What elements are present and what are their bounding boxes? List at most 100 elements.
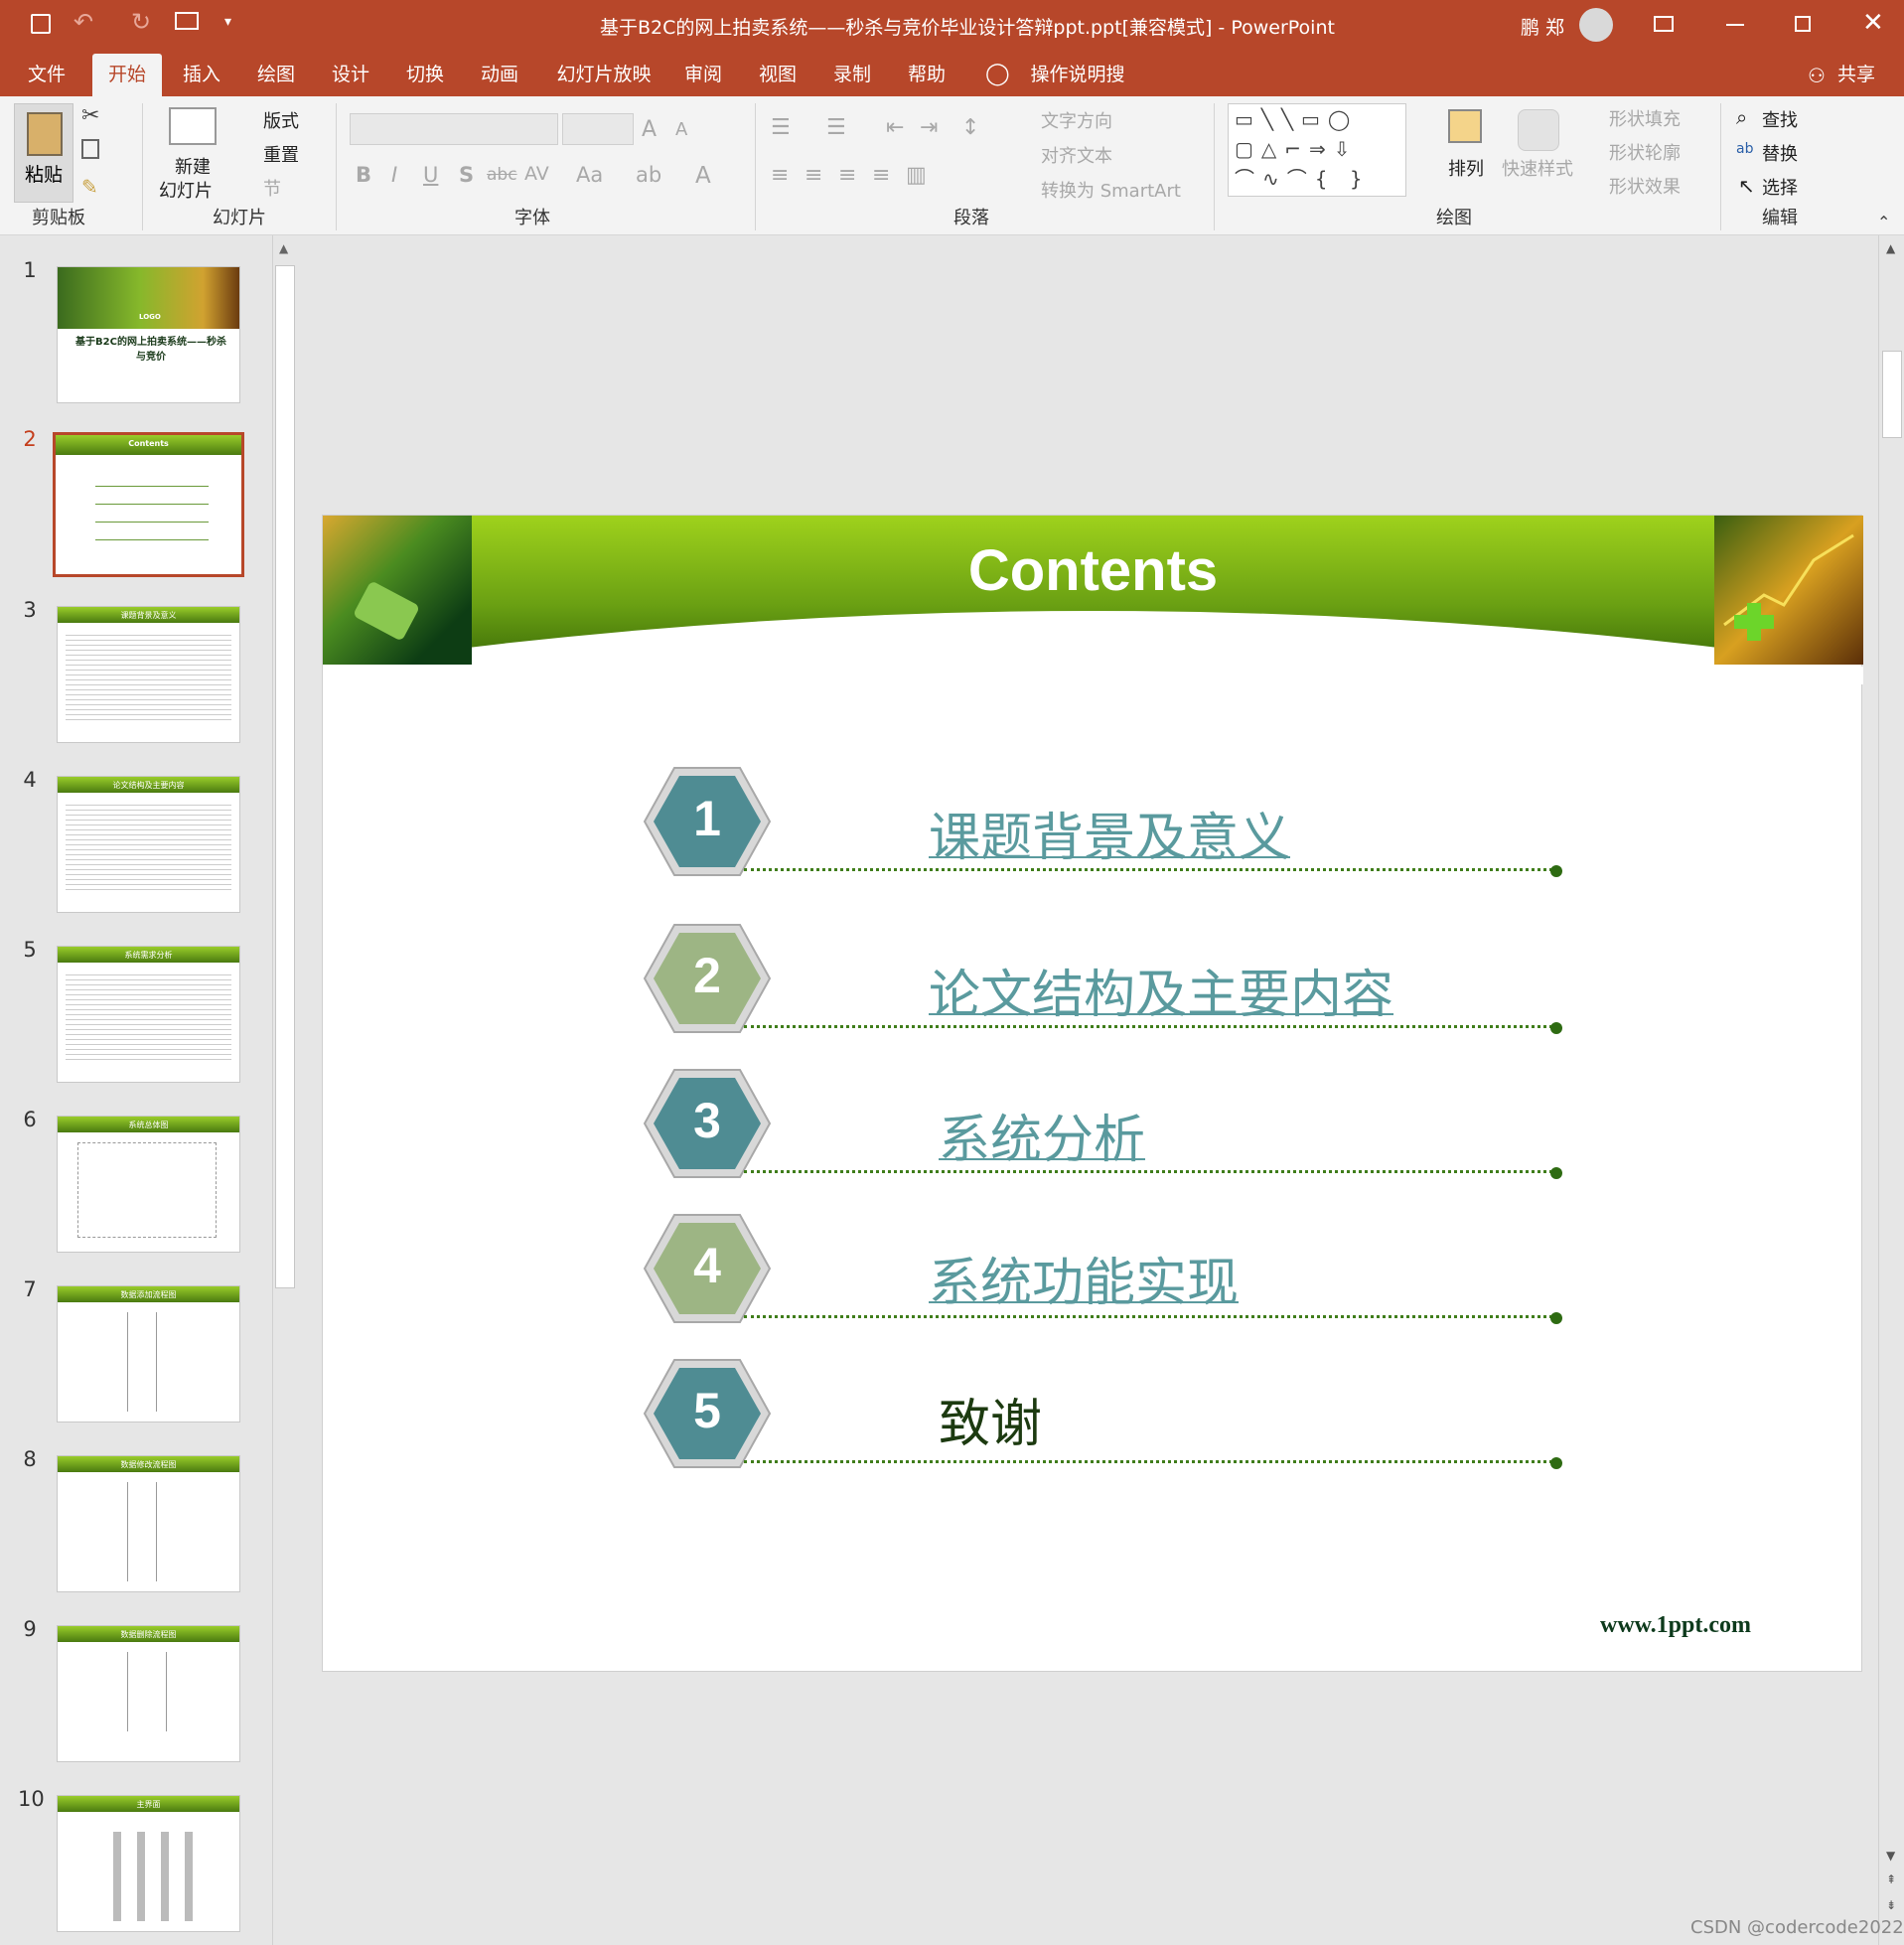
copy-icon[interactable] <box>81 139 99 159</box>
tab-file[interactable]: 文件 <box>22 58 72 96</box>
contents-link-3[interactable]: 系统分析 <box>939 1098 1145 1172</box>
find-button[interactable]: 查找 <box>1762 106 1798 132</box>
section-button[interactable]: 节 <box>263 175 281 201</box>
slide-canvas[interactable]: Contents 1 课题背景及意义 2 论文结构及主要内容 3 系统分析 4 … <box>322 515 1863 1672</box>
thumbnail-slide-4[interactable]: 论文结构及主要内容 <box>57 776 240 913</box>
increase-font-icon[interactable]: A <box>642 117 657 142</box>
thumbnail-slide-10[interactable]: 主界面 <box>57 1795 240 1932</box>
tab-transitions[interactable]: 切换 <box>400 58 450 96</box>
minimize-icon[interactable] <box>1726 24 1744 26</box>
share-button[interactable]: 共享 <box>1833 58 1879 96</box>
close-icon[interactable]: ✕ <box>1862 8 1884 38</box>
save-icon[interactable] <box>31 14 51 34</box>
thumbnail-slide-7[interactable]: 数据添加流程图 <box>57 1285 240 1422</box>
collapse-ribbon-icon[interactable]: ⌃ <box>1877 213 1890 231</box>
bullets-icon[interactable]: ☰ <box>771 115 791 140</box>
shape-effects-button[interactable]: 形状效果 <box>1609 173 1681 199</box>
align-right-icon[interactable]: ≡ <box>838 163 856 188</box>
cut-icon[interactable]: ✂ <box>81 103 99 128</box>
shapes-gallery[interactable]: ▭╲╲▭◯ ▢△⌐⇒⇩ ⌒∿⌒{ } <box>1228 103 1406 197</box>
lightbulb-icon[interactable]: ◯ <box>985 62 1010 86</box>
slide-title[interactable]: Contents <box>323 537 1863 604</box>
font-size-input[interactable] <box>562 113 634 145</box>
thumbnail-scrollbar[interactable]: ▲ <box>272 235 296 1945</box>
strikethrough-button[interactable]: abc <box>487 165 517 185</box>
decrease-indent-icon[interactable]: ⇤ <box>886 115 904 140</box>
editor-scrollbar[interactable]: ▲ ▼ ⇞ ⇟ <box>1878 235 1904 1945</box>
tab-slideshow[interactable]: 幻灯片放映 <box>549 58 659 96</box>
redo-icon[interactable]: ↻ <box>131 8 151 36</box>
new-slide-icon[interactable] <box>169 107 217 145</box>
tab-insert[interactable]: 插入 <box>177 58 226 96</box>
format-painter-icon[interactable]: ✎ <box>81 175 98 199</box>
change-case-button[interactable]: Aa <box>576 163 603 187</box>
contents-link-4[interactable]: 系统功能实现 <box>929 1241 1239 1315</box>
select-button[interactable]: 选择 <box>1762 174 1798 200</box>
tab-help[interactable]: 帮助 <box>902 58 952 96</box>
increase-indent-icon[interactable]: ⇥ <box>920 115 938 140</box>
bold-button[interactable]: B <box>356 163 371 187</box>
paste-button[interactable]: 粘贴 <box>14 103 73 203</box>
decrease-font-icon[interactable]: A <box>675 119 687 140</box>
customize-toolbar-icon[interactable]: ▾ <box>224 14 231 30</box>
thumbnail-slide-1[interactable]: LOGO 基于B2C的网上拍卖系统——秒杀与竞价 <box>57 266 240 403</box>
align-left-icon[interactable]: ≡ <box>771 163 789 188</box>
thumbnail-slide-2[interactable]: Contents <box>53 432 244 577</box>
columns-icon[interactable]: ▥ <box>906 163 927 188</box>
maximize-icon[interactable] <box>1795 16 1811 32</box>
numbering-icon[interactable]: ☰ <box>826 115 846 140</box>
arrange-icon[interactable] <box>1448 109 1482 143</box>
italic-button[interactable]: I <box>391 163 397 187</box>
thumbnail-slide-3[interactable]: 课题背景及意义 <box>57 606 240 743</box>
layout-button[interactable]: 版式 <box>263 107 299 133</box>
highlight-icon[interactable]: ab <box>636 163 661 187</box>
new-slide-label-2[interactable]: 幻灯片 <box>159 177 213 203</box>
tell-me-search[interactable]: 操作说明搜索 <box>1023 58 1132 119</box>
quick-styles-button[interactable]: 快速样式 <box>1502 155 1573 181</box>
font-color-button[interactable]: A <box>695 163 711 189</box>
new-slide-label[interactable]: 新建 <box>175 153 211 179</box>
shape-fill-button[interactable]: 形状填充 <box>1609 105 1681 131</box>
reset-button[interactable]: 重置 <box>263 141 299 167</box>
presentation-icon[interactable] <box>175 12 199 30</box>
contents-link-2[interactable]: 论文结构及主要内容 <box>929 953 1393 1027</box>
tab-record[interactable]: 录制 <box>827 58 877 96</box>
tab-review[interactable]: 审阅 <box>678 58 728 96</box>
thumbnail-slide-5[interactable]: 系统需求分析 <box>57 946 240 1083</box>
char-spacing-button[interactable]: AV <box>524 163 549 185</box>
ribbon-display-icon[interactable] <box>1654 16 1674 32</box>
thumbnail-title: 数据删除流程图 <box>120 1630 177 1639</box>
align-text-button[interactable]: 对齐文本 <box>1041 142 1112 168</box>
tab-animations[interactable]: 动画 <box>475 58 524 96</box>
arrange-button[interactable]: 排列 <box>1448 155 1484 181</box>
contents-link-1[interactable]: 课题背景及意义 <box>929 796 1290 870</box>
share-icon[interactable]: ⚇ <box>1808 64 1826 87</box>
header-curve <box>323 611 1863 684</box>
tab-design[interactable]: 设计 <box>326 58 375 96</box>
contents-item-5[interactable]: 致谢 <box>939 1382 1042 1456</box>
shape-outline-button[interactable]: 形状轮廓 <box>1609 139 1681 165</box>
convert-smartart-button[interactable]: 转换为 SmartArt <box>1041 177 1181 203</box>
avatar[interactable] <box>1579 8 1613 42</box>
replace-icon[interactable]: ab <box>1736 141 1753 157</box>
thumbnail-slide-9[interactable]: 数据删除流程图 <box>57 1625 240 1762</box>
tab-home[interactable]: 开始 <box>92 54 162 96</box>
slide-footer-url[interactable]: www.1ppt.com <box>1600 1612 1751 1639</box>
thumbnail-slide-6[interactable]: 系统总体图 <box>57 1116 240 1253</box>
replace-button[interactable]: 替换 <box>1762 140 1798 166</box>
undo-icon[interactable]: ↶ <box>73 8 93 36</box>
thumbnail-slide-8[interactable]: 数据修改流程图 <box>57 1455 240 1592</box>
justify-icon[interactable]: ≡ <box>872 163 890 188</box>
line-spacing-icon[interactable]: ↕ <box>961 115 979 140</box>
font-name-input[interactable] <box>350 113 558 145</box>
search-icon[interactable]: ⌕ <box>1736 105 1747 129</box>
user-name[interactable]: 鹏 郑 <box>1521 13 1564 40</box>
underline-button[interactable]: U <box>423 163 438 187</box>
align-center-icon[interactable]: ≡ <box>805 163 822 188</box>
select-icon[interactable]: ↖ <box>1738 174 1755 198</box>
tab-view[interactable]: 视图 <box>753 58 803 96</box>
quick-styles-icon[interactable] <box>1518 109 1559 151</box>
text-direction-button[interactable]: 文字方向 <box>1041 107 1112 133</box>
shadow-button[interactable]: S <box>459 163 474 187</box>
tab-draw[interactable]: 绘图 <box>251 58 301 96</box>
